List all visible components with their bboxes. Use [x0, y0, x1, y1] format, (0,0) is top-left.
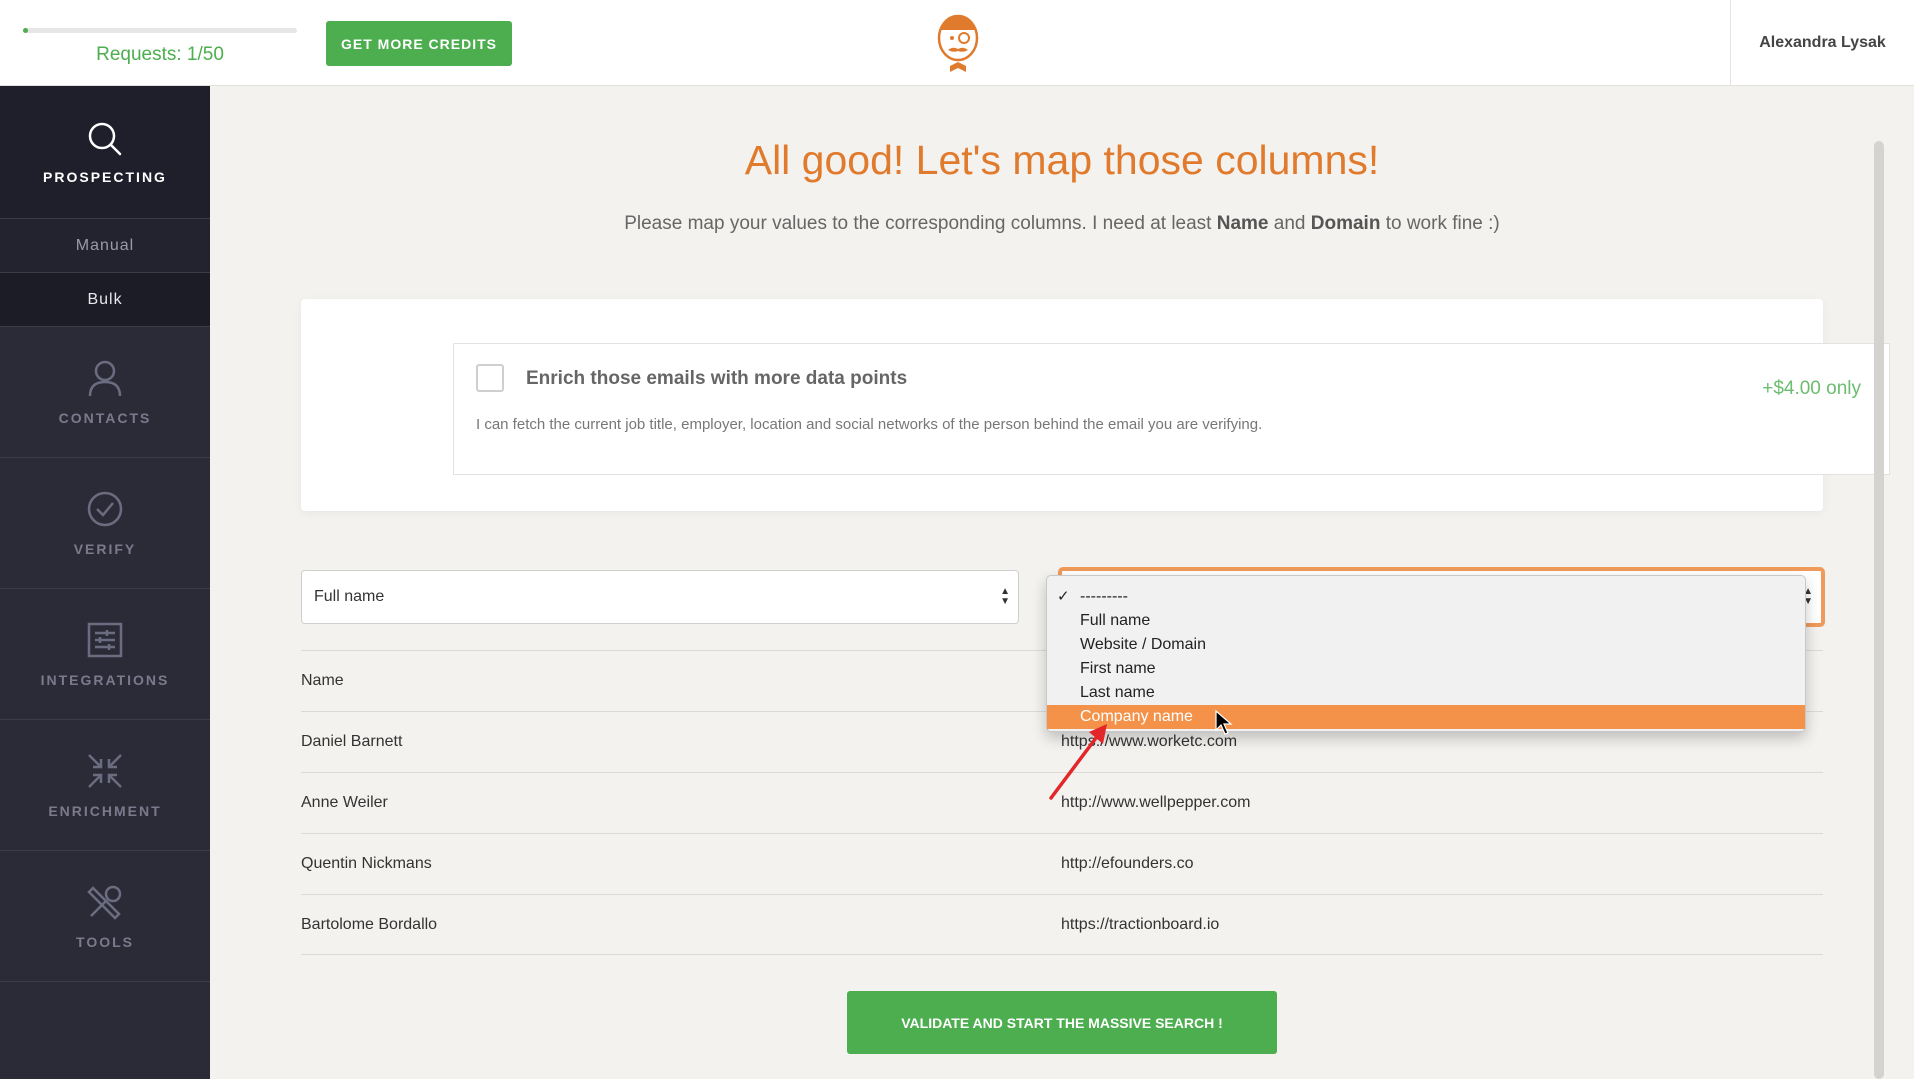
mascot-logo-icon[interactable]: [932, 12, 984, 74]
dropdown-option-first-name[interactable]: First name: [1047, 657, 1805, 681]
row-domain-cell: http://efounders.co: [1061, 855, 1194, 872]
sidebar-item-label: TOOLS: [76, 934, 134, 950]
sidebar-subitem-bulk[interactable]: Bulk: [0, 273, 210, 327]
sidebar-item-prospecting[interactable]: PROSPECTING: [0, 86, 210, 219]
row-name-cell: Anne Weiler: [301, 794, 388, 811]
compress-arrows-icon: [88, 754, 122, 788]
row-name-cell: Quentin Nickmans: [301, 855, 432, 872]
option-label: ---------: [1080, 588, 1128, 605]
enrich-price: +$4.00 only: [1762, 378, 1861, 399]
requests-progress-bar: [23, 28, 297, 33]
check-circle-icon: [87, 491, 123, 527]
sliders-icon: [87, 622, 123, 658]
page-title: All good! Let's map those columns!: [744, 137, 1380, 183]
subtitle-text: to work fine :): [1380, 213, 1500, 234]
tools-icon: [87, 885, 122, 920]
dropdown-option-full-name[interactable]: Full name: [1047, 609, 1805, 633]
page-scrollbar[interactable]: [1874, 141, 1884, 1079]
page-subtitle: Please map your values to the correspond…: [210, 213, 1914, 235]
sidebar-item-label: PROSPECTING: [43, 169, 167, 185]
sidebar: PROSPECTING Manual Bulk CONTACTS VERIFY …: [0, 86, 210, 1079]
mouse-cursor-icon: [1215, 710, 1233, 735]
annotation-arrow-icon: [1049, 724, 1107, 800]
column-select-name[interactable]: Full name ▲ ▼: [301, 570, 1019, 624]
sidebar-item-integrations[interactable]: INTEGRATIONS: [0, 589, 210, 720]
row-name-cell: Daniel Barnett: [301, 733, 403, 750]
enrich-checkbox[interactable]: [476, 364, 504, 392]
row-name-cell: Name: [301, 672, 344, 689]
top-bar: Requests: 1/50 GET MORE CREDITS Alexandr…: [0, 0, 1914, 86]
select-arrows-icon: ▲ ▼: [1000, 586, 1010, 607]
enrich-option[interactable]: Enrich those emails with more data point…: [453, 343, 1890, 475]
sidebar-item-contacts[interactable]: CONTACTS: [0, 327, 210, 458]
requests-counter: Requests: 1/50: [96, 44, 224, 65]
sidebar-item-label: VERIFY: [73, 541, 137, 557]
get-more-credits-button[interactable]: GET MORE CREDITS: [326, 21, 512, 66]
table-row: Bartolome Bordallo https://tractionboard…: [301, 894, 1823, 955]
subtitle-text: and: [1268, 213, 1311, 234]
subtitle-name-term: Name: [1216, 213, 1269, 234]
select-value: Full name: [314, 588, 385, 605]
sidebar-item-tools[interactable]: TOOLS: [0, 851, 210, 982]
user-name[interactable]: Alexandra Lysak: [1730, 0, 1914, 86]
dropdown-option-company-name[interactable]: Company name: [1047, 705, 1805, 729]
row-name-cell: Bartolome Bordallo: [301, 916, 438, 933]
enrich-description: I can fetch the current job title, emplo…: [476, 416, 1263, 433]
search-icon: [88, 122, 122, 156]
validate-search-button[interactable]: VALIDATE AND START THE MASSIVE SEARCH !: [847, 991, 1277, 1054]
sidebar-subitem-manual[interactable]: Manual: [0, 219, 210, 273]
subtitle-text: Please map your values to the correspond…: [624, 213, 1217, 234]
requests-progress-fill: [23, 28, 29, 33]
dropdown-option-last-name[interactable]: Last name: [1047, 681, 1805, 705]
sidebar-item-verify[interactable]: VERIFY: [0, 458, 210, 589]
row-domain-cell: https://tractionboard.io: [1061, 916, 1220, 933]
subtitle-domain-term: Domain: [1310, 213, 1381, 234]
sidebar-item-label: CONTACTS: [58, 410, 152, 426]
sidebar-item-enrichment[interactable]: ENRICHMENT: [0, 720, 210, 851]
checkmark-icon: ✓: [1057, 588, 1070, 605]
user-icon: [88, 360, 122, 397]
dropdown-option-none[interactable]: ✓ ---------: [1047, 585, 1805, 609]
dropdown-option-website-domain[interactable]: Website / Domain: [1047, 633, 1805, 657]
column-dropdown-menu: ✓ --------- Full name Website / Domain F…: [1046, 575, 1806, 732]
sidebar-item-label: INTEGRATIONS: [40, 672, 170, 688]
enrich-title: Enrich those emails with more data point…: [526, 368, 908, 389]
sidebar-item-label: ENRICHMENT: [48, 803, 162, 819]
table-row: Quentin Nickmans http://efounders.co: [301, 833, 1823, 894]
